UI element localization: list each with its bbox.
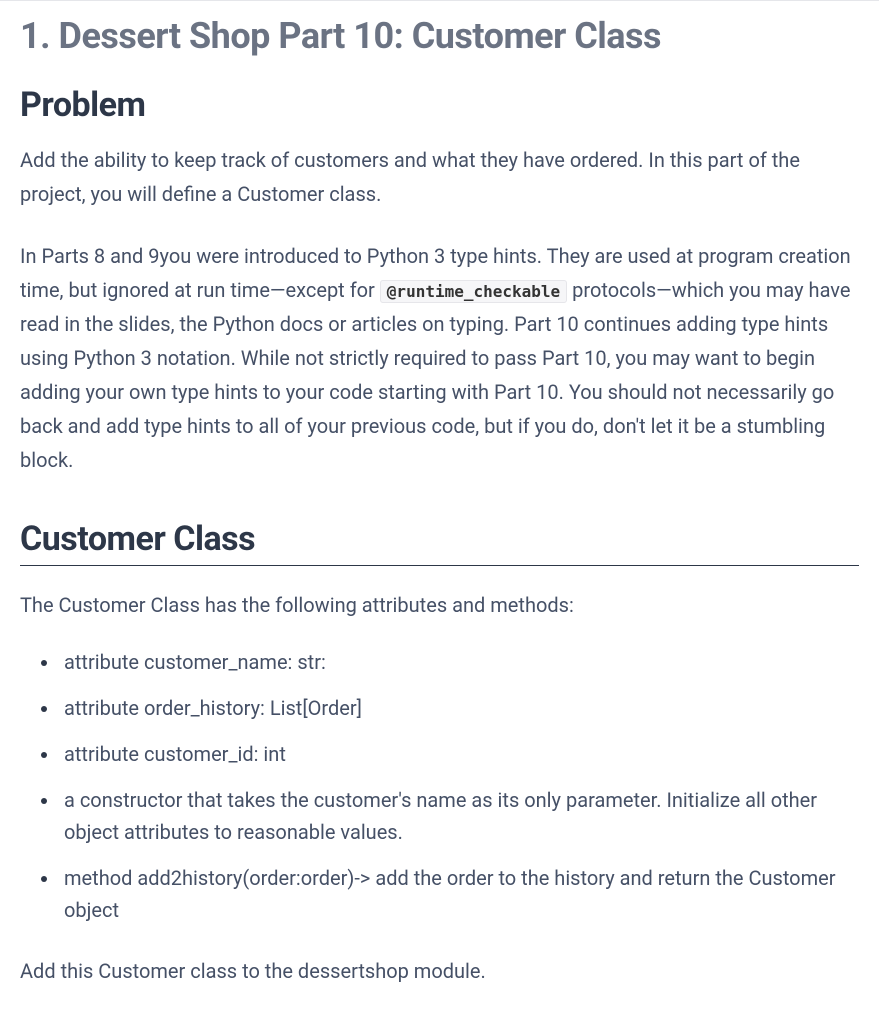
problem-para-2-post: protocols—which you may have read in the… xyxy=(20,278,850,472)
list-item: attribute customer_name: str: xyxy=(60,646,859,678)
customer-intro: The Customer Class has the following att… xyxy=(20,588,859,622)
page-title: 1. Dessert Shop Part 10: Customer Class xyxy=(20,15,859,57)
document-container: 1. Dessert Shop Part 10: Customer Class … xyxy=(0,0,879,1008)
customer-footer: Add this Customer class to the dessertsh… xyxy=(20,954,859,988)
problem-para-2: In Parts 8 and 9you were introduced to P… xyxy=(20,239,859,477)
list-item: attribute customer_id: int xyxy=(60,738,859,770)
problem-heading: Problem xyxy=(20,85,859,125)
customer-class-heading: Customer Class xyxy=(20,519,859,566)
list-item: method add2history(order:order)-> add th… xyxy=(60,862,859,926)
customer-attributes-list: attribute customer_name: str: attribute … xyxy=(20,646,859,926)
runtime-checkable-code: @runtime_checkable xyxy=(380,280,567,303)
list-item: a constructor that takes the customer's … xyxy=(60,784,859,848)
problem-para-1: Add the ability to keep track of custome… xyxy=(20,143,859,211)
list-item: attribute order_history: List[Order] xyxy=(60,692,859,724)
